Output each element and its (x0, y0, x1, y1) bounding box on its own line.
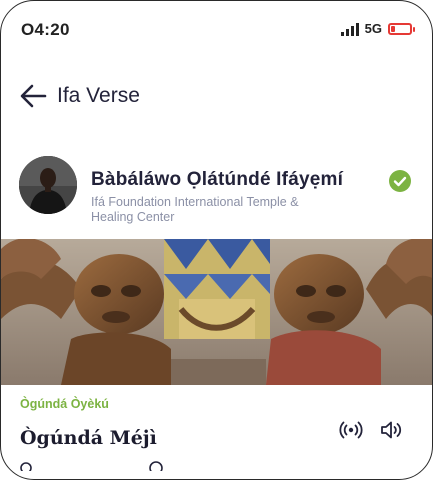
broadcast-icon[interactable] (339, 419, 363, 441)
battery-icon (388, 22, 415, 35)
author-name: Bàbáláwo Ọlátúndé Ifáyẹmí (91, 169, 344, 190)
page-header: Ifa Verse (1, 77, 432, 115)
avatar-photo (19, 156, 77, 214)
arrow-left-icon[interactable] (19, 83, 47, 109)
meta-icons-row (20, 461, 163, 471)
speaker-icon[interactable] (379, 419, 403, 441)
status-time: O4:20 (21, 20, 70, 39)
phone-frame: O4:20 5G Ifa Verse Bàbáláwo Ọlátúndé Ifá… (0, 0, 433, 480)
check-circle-icon (389, 170, 411, 192)
author-card[interactable]: Bàbáláwo Ọlátúndé Ifáyẹmí Ifá Foundation… (19, 156, 419, 224)
network-label: 5G (364, 21, 382, 36)
author-organization: Ifá Foundation International Temple & He… (91, 195, 299, 224)
avatar[interactable] (19, 156, 77, 214)
status-bar: O4:20 5G (1, 1, 432, 57)
verse-artwork-image (1, 239, 432, 385)
verse-title: Ògúndá Méjì (20, 427, 157, 449)
verse-subtitle: Ògúndá Òyèkú (20, 397, 109, 411)
status-indicators: 5G (340, 21, 415, 36)
page-title: Ifa Verse (57, 84, 140, 107)
signal-icon (340, 22, 359, 36)
